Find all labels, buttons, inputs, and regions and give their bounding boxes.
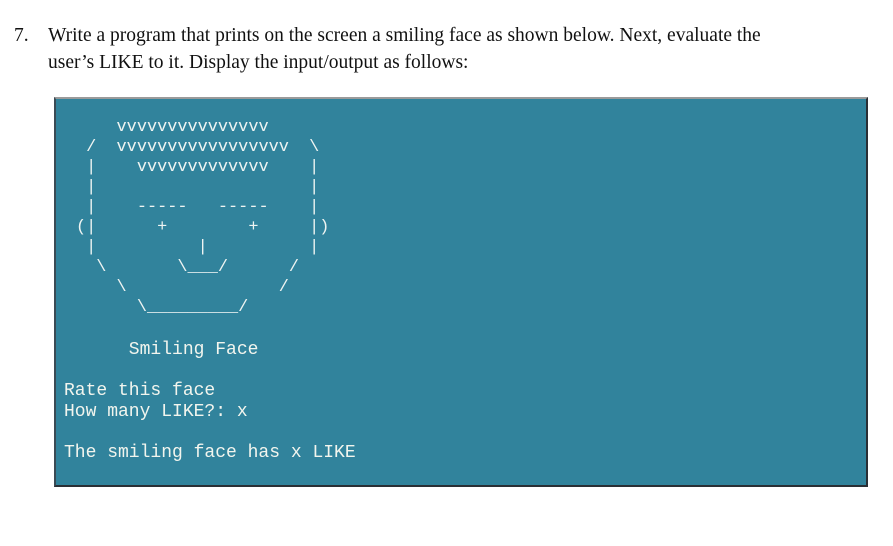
console-text-output: Smiling Face Rate this face How many LIKE?… — [64, 340, 356, 463]
face-line: | ----- ----- | — [76, 198, 320, 217]
face-line: \_________/ — [76, 298, 249, 317]
like-input-prompt: How many LIKE?: x — [64, 401, 248, 422]
face-line: | | | — [76, 238, 320, 257]
question-line-1: Write a program that prints on the scree… — [48, 25, 761, 46]
question-number: 7. — [14, 25, 29, 46]
like-result: The smiling face has x LIKE — [64, 442, 356, 463]
question-line-2: user’s LIKE to it. Display the input/out… — [48, 52, 469, 73]
rate-prompt: Rate this face — [64, 381, 216, 401]
face-line: \ / — [76, 278, 289, 297]
console-output-box: vvvvvvvvvvvvvvv / vvvvvvvvvvvvvvvvv \ | … — [54, 97, 868, 487]
face-line: (| + + |) — [76, 218, 330, 237]
ascii-smiling-face: vvvvvvvvvvvvvvv / vvvvvvvvvvvvvvvvv \ | … — [76, 118, 329, 318]
face-line: | | — [76, 178, 320, 197]
face-line: vvvvvvvvvvvvvvv — [76, 118, 269, 137]
face-caption: Smiling Face — [64, 340, 259, 360]
face-line: / vvvvvvvvvvvvvvvvv \ — [76, 138, 320, 157]
face-line: | vvvvvvvvvvvvv | — [76, 158, 320, 177]
face-line: \ \___/ / — [76, 258, 299, 277]
